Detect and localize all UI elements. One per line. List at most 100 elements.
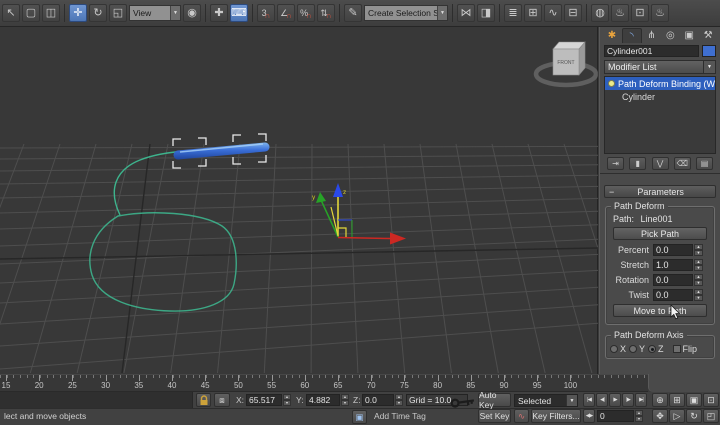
flip-checkbox[interactable] bbox=[673, 345, 681, 353]
tab-utilities[interactable]: ⚒ bbox=[699, 28, 717, 43]
tab-modify[interactable]: ◝ bbox=[622, 28, 642, 43]
mirror-button[interactable]: ⋈ bbox=[457, 4, 475, 22]
selection-lock-toggle[interactable] bbox=[196, 393, 211, 407]
parameter-value-field[interactable]: 0.0 bbox=[653, 289, 693, 301]
timeline-ruler[interactable]: 1520253035404550556065707580859095100 bbox=[0, 374, 648, 392]
x-coordinate-field[interactable]: 65.517 bbox=[246, 394, 282, 406]
previous-frame-button[interactable]: ◀| bbox=[596, 393, 608, 407]
pick-path-button[interactable]: Pick Path bbox=[613, 227, 707, 240]
modifier-enabled-bulb-icon[interactable] bbox=[608, 80, 615, 87]
modifier-stack-item[interactable]: Cylinder bbox=[605, 90, 715, 103]
play-button[interactable]: ▶ bbox=[609, 393, 621, 407]
tab-create[interactable]: ✱ bbox=[603, 28, 621, 43]
zoom-extents-all-button[interactable]: ⊡ bbox=[703, 393, 719, 407]
y-coordinate-field[interactable]: 4.882 bbox=[306, 394, 340, 406]
key-filters-button[interactable]: Key Filters... bbox=[531, 409, 581, 423]
track-bar[interactable] bbox=[0, 392, 193, 408]
axis-radio-x[interactable]: X bbox=[610, 344, 626, 354]
spinner-arrows[interactable]: ▲▼ bbox=[694, 259, 703, 271]
maximize-viewport-toggle[interactable]: ◰ bbox=[703, 409, 719, 423]
absolute-mode-toggle[interactable]: ⧈ bbox=[214, 393, 230, 407]
percent-snap-toggle-button[interactable]: %∩ bbox=[297, 4, 315, 22]
isolate-selection-toggle[interactable]: ▣ bbox=[352, 410, 367, 424]
parameters-rollout-header[interactable]: − Parameters bbox=[604, 185, 716, 198]
snap-toggle-3d-button[interactable]: 3∩ bbox=[257, 4, 275, 22]
select-and-manipulate-button[interactable]: ✚ bbox=[210, 4, 228, 22]
parameter-value-field[interactable]: 0.0 bbox=[653, 244, 693, 256]
selection-set-key-dropdown[interactable]: Selected ▼ bbox=[514, 394, 578, 407]
object-color-swatch[interactable] bbox=[702, 45, 716, 57]
frame-spinner[interactable]: ▲▼ bbox=[635, 410, 643, 422]
z-spinner[interactable]: ▲▼ bbox=[395, 394, 403, 406]
collapse-icon[interactable]: − bbox=[609, 187, 614, 197]
move-to-path-button[interactable]: Move to Path bbox=[613, 304, 707, 317]
modifier-stack[interactable]: Path Deform Binding (WSCylinder bbox=[604, 76, 716, 154]
curve-editor-button[interactable]: ∿ bbox=[544, 4, 562, 22]
chevron-down-icon[interactable]: ▼ bbox=[703, 61, 715, 73]
chevron-down-icon[interactable]: ▼ bbox=[170, 6, 180, 20]
spinner-arrows[interactable]: ▲▼ bbox=[694, 289, 703, 301]
keyboard-shortcut-override-toggle[interactable]: ⌨ bbox=[230, 4, 248, 22]
chevron-down-icon[interactable]: ▼ bbox=[566, 395, 577, 406]
angle-snap-toggle-button[interactable]: ∠∩ bbox=[277, 4, 295, 22]
default-in-out-tangents-button[interactable]: ∿ bbox=[514, 409, 529, 423]
select-and-scale-button[interactable]: ◱ bbox=[109, 4, 127, 22]
go-to-start-button[interactable]: |◀ bbox=[583, 393, 595, 407]
key-mode-toggle[interactable]: ◀▶ bbox=[583, 409, 595, 423]
layer-manager-button[interactable]: ≣ bbox=[504, 4, 522, 22]
tab-hierarchy[interactable]: ⋔ bbox=[643, 28, 661, 43]
walk-through-button[interactable]: ▷ bbox=[669, 409, 685, 423]
chevron-down-icon[interactable]: ▼ bbox=[437, 6, 447, 20]
axis-radio-z[interactable]: Z bbox=[648, 344, 664, 354]
render-production-button[interactable]: ♨ bbox=[651, 4, 669, 22]
select-and-rotate-button[interactable]: ↻ bbox=[89, 4, 107, 22]
parameter-value-field[interactable]: 1.0 bbox=[653, 259, 693, 271]
make-unique-button[interactable]: ⋁ bbox=[652, 157, 669, 170]
move-gizmo[interactable]: z y bbox=[312, 183, 406, 245]
pin-stack-button[interactable]: ⇥ bbox=[607, 157, 624, 170]
viewport[interactable]: z y FRONT bbox=[0, 27, 598, 374]
auto-key-button[interactable]: Auto Key bbox=[478, 393, 511, 407]
spinner-arrows[interactable]: ▲▼ bbox=[694, 244, 703, 256]
add-time-tag[interactable]: Add Time Tag bbox=[374, 411, 426, 421]
select-and-move-button[interactable]: ✛ bbox=[69, 4, 87, 22]
align-button[interactable]: ◨ bbox=[477, 4, 495, 22]
set-key-button[interactable]: Set Key bbox=[478, 409, 511, 423]
manage-scene-button[interactable]: ⊞ bbox=[524, 4, 542, 22]
spline-tail[interactable] bbox=[114, 150, 245, 215]
parameter-value-field[interactable]: 0.0 bbox=[653, 274, 693, 286]
material-editor-button[interactable]: ◍ bbox=[591, 4, 609, 22]
object-name-field[interactable]: Cylinder001 bbox=[604, 45, 699, 57]
rendered-frame-window-button[interactable]: ⊡ bbox=[631, 4, 649, 22]
current-frame-field[interactable]: 0 bbox=[597, 410, 634, 422]
modifier-list-dropdown[interactable]: Modifier List ▼ bbox=[604, 60, 716, 74]
y-spinner[interactable]: ▲▼ bbox=[341, 394, 349, 406]
spinner-arrows[interactable]: ▲▼ bbox=[694, 274, 703, 286]
window-crossing-toggle[interactable]: ◫ bbox=[42, 4, 60, 22]
x-spinner[interactable]: ▲▼ bbox=[283, 394, 291, 406]
go-to-end-button[interactable]: ▶| bbox=[635, 393, 647, 407]
zoom-extents-button[interactable]: ▣ bbox=[686, 393, 702, 407]
modifier-stack-item[interactable]: Path Deform Binding (WS bbox=[605, 77, 715, 90]
named-selection-sets-dropdown[interactable]: Create Selection Se▼ bbox=[364, 5, 448, 21]
zoom-all-button[interactable]: ⊞ bbox=[669, 393, 685, 407]
tab-motion[interactable]: ◎ bbox=[661, 28, 679, 43]
spinner-snap-toggle-button[interactable]: ⇅∩ bbox=[317, 4, 335, 22]
render-setup-button[interactable]: ♨ bbox=[611, 4, 629, 22]
axis-radio-y[interactable]: Y bbox=[629, 344, 645, 354]
zoom-button[interactable]: ⊕ bbox=[652, 393, 668, 407]
rectangular-selection-region-button[interactable]: ▢ bbox=[22, 4, 40, 22]
viewcube-front-label[interactable]: FRONT bbox=[557, 60, 574, 66]
viewcube[interactable]: FRONT bbox=[536, 42, 596, 85]
show-end-result-button[interactable]: ▮ bbox=[629, 157, 646, 170]
z-coordinate-field[interactable]: 0.0 bbox=[362, 394, 394, 406]
pan-hand-button[interactable]: ✥ bbox=[652, 409, 668, 423]
use-pivot-point-center-button[interactable]: ◉ bbox=[183, 4, 201, 22]
arc-rotate-button[interactable]: ↻ bbox=[686, 409, 702, 423]
remove-modifier-button[interactable]: ⌫ bbox=[674, 157, 691, 170]
edit-named-selection-sets-button[interactable]: ✎ bbox=[344, 4, 362, 22]
configure-modifier-sets-button[interactable]: ▤ bbox=[696, 157, 713, 170]
select-object-button[interactable]: ↖ bbox=[2, 4, 20, 22]
next-frame-button[interactable]: |▶ bbox=[622, 393, 634, 407]
schematic-view-button[interactable]: ⊟ bbox=[564, 4, 582, 22]
